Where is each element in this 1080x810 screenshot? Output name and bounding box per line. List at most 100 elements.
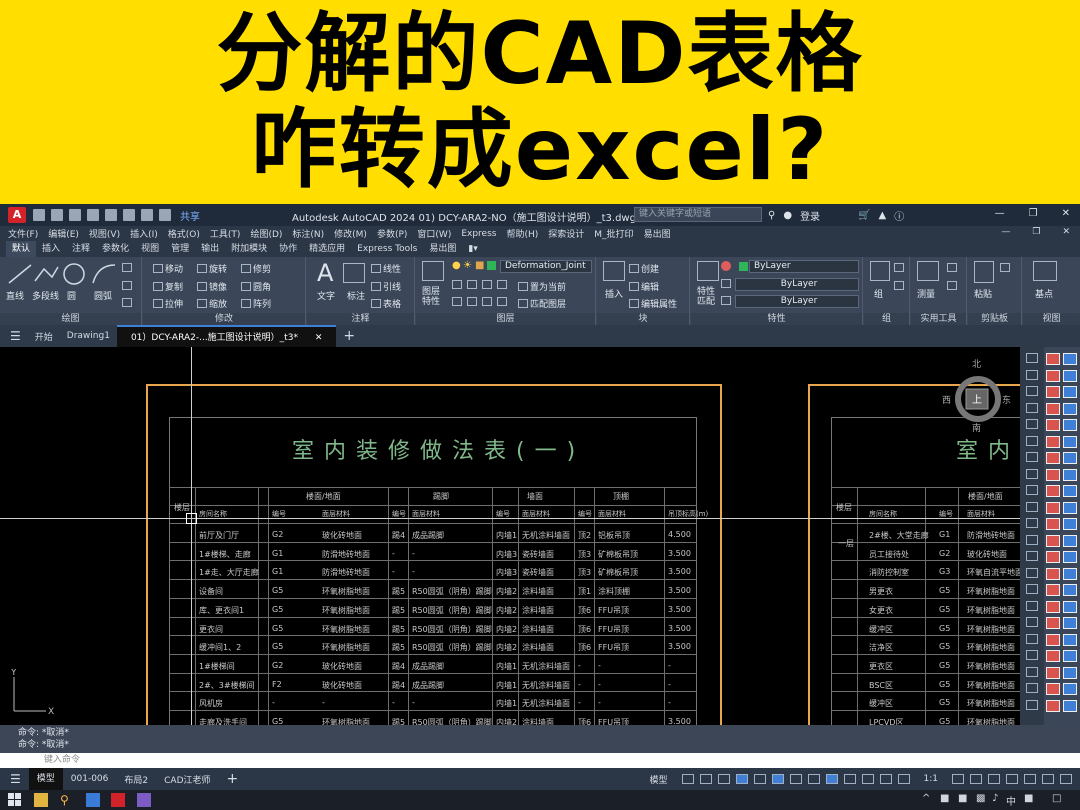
layer-tool-3-icon[interactable]	[482, 280, 492, 289]
fillet-button[interactable]: 圆角	[241, 280, 271, 293]
custom-tool-icon[interactable]	[1046, 650, 1060, 662]
custom-tool-icon[interactable]	[1063, 419, 1077, 431]
menu-item-10[interactable]: 窗口(W)	[417, 227, 451, 240]
text-label[interactable]: 文字	[317, 289, 335, 302]
status-toggle-icon[interactable]	[1060, 774, 1072, 784]
arc-icon[interactable]	[90, 261, 118, 287]
custom-tool-icon[interactable]	[1063, 584, 1077, 596]
layer-lightbulb-icon[interactable]: ●	[452, 260, 461, 271]
ribbon-tab-0[interactable]: 默认	[6, 241, 37, 257]
custom-tool-icon[interactable]	[1063, 650, 1077, 662]
custom-tool-icon[interactable]	[1063, 683, 1077, 695]
calculator-icon[interactable]	[947, 263, 957, 272]
status-toggle-icon[interactable]	[879, 774, 892, 784]
help-icon[interactable]: ⓘ	[894, 208, 904, 223]
custom-tool-icon[interactable]	[1063, 468, 1077, 481]
modify-panel-label[interactable]: 修改	[143, 313, 305, 325]
status-toggle-icon[interactable]	[897, 774, 910, 784]
match-properties-label[interactable]: 特性匹配	[697, 287, 721, 307]
modify-tool-icon[interactable]	[1026, 501, 1038, 512]
ungroup-icon[interactable]	[894, 263, 904, 272]
layer-tool-5-icon[interactable]	[452, 297, 462, 306]
move-button[interactable]: 移动	[153, 262, 183, 275]
custom-tool-icon[interactable]	[1063, 666, 1077, 679]
menu-item-15[interactable]: 易出图	[644, 227, 671, 240]
doc-minimize-icon[interactable]: —	[1001, 227, 1010, 237]
modify-tool-icon[interactable]	[1026, 369, 1038, 380]
ribbon-tab-10[interactable]: Express Tools	[351, 241, 423, 257]
measure-label[interactable]: 测量	[917, 287, 935, 300]
menu-item-7[interactable]: 标注(N)	[292, 227, 324, 240]
custom-tool-icon[interactable]	[1063, 485, 1077, 497]
menu-item-12[interactable]: 帮助(H)	[506, 227, 538, 240]
doc-tab-current[interactable]: 01）DCY-ARA2-...施工图设计说明）_t3* ✕	[116, 325, 337, 347]
drawing-canvas[interactable]: 室内装修做法表(一) 室内 楼面/地面 踢脚 墙面 顶棚 房间名称 编号 面层材料 编号 面层材…	[0, 347, 1020, 725]
modify-tool-icon[interactable]	[1026, 485, 1038, 495]
scale-button[interactable]: 缩放	[197, 297, 227, 310]
modify-tool-icon[interactable]	[1026, 584, 1038, 594]
custom-tool-icon[interactable]	[1046, 584, 1060, 596]
windows-start-icon[interactable]	[8, 793, 22, 807]
redo-icon[interactable]	[159, 209, 171, 221]
menu-item-3[interactable]: 插入(I)	[130, 227, 158, 240]
array-button[interactable]: 阵列	[241, 297, 271, 310]
custom-tool-icon[interactable]	[1046, 435, 1060, 448]
status-toggle-icon[interactable]	[771, 774, 784, 784]
layer-tool-6-icon[interactable]	[467, 297, 477, 306]
modify-tool-icon[interactable]	[1026, 402, 1038, 413]
tray-icon-3[interactable]: ■	[1024, 793, 1033, 804]
new-tab-icon[interactable]: +	[336, 328, 362, 344]
linear-button[interactable]: 线性	[371, 262, 401, 275]
custom-tool-icon[interactable]	[1046, 699, 1060, 712]
modify-tool-icon[interactable]	[1026, 617, 1038, 627]
compass-south[interactable]: 南	[972, 421, 981, 434]
viewcube[interactable]: 北 南 西 东 上	[942, 360, 1011, 434]
layer-tool-2-icon[interactable]	[467, 280, 477, 289]
ribbon-tab-2[interactable]: 注释	[66, 241, 96, 257]
modify-tool-icon[interactable]	[1026, 699, 1038, 710]
layout-tab-layout2[interactable]: 布局2	[116, 773, 156, 786]
custom-tool-icon[interactable]	[1046, 551, 1060, 563]
ribbon-options-icon[interactable]: ▮▾	[462, 241, 483, 257]
group-edit-icon[interactable]	[894, 281, 904, 290]
custom-tool-icon[interactable]	[1046, 567, 1060, 580]
color-dropdown[interactable]: ByLayer	[749, 260, 859, 273]
modify-tool-icon[interactable]	[1026, 534, 1038, 545]
custom-tool-icon[interactable]	[1063, 600, 1077, 613]
menu-item-4[interactable]: 格式(O)	[168, 227, 200, 240]
groups-panel-label[interactable]: 组	[864, 313, 909, 325]
leader-button[interactable]: 引线	[371, 280, 401, 293]
status-toggle-icon[interactable]	[1024, 774, 1036, 784]
modify-tool-icon[interactable]	[1026, 551, 1038, 561]
ribbon-tab-5[interactable]: 管理	[165, 241, 195, 257]
custom-tool-icon[interactable]	[1063, 501, 1077, 514]
ribbon-tab-4[interactable]: 视图	[135, 241, 165, 257]
open-file-icon[interactable]	[51, 209, 63, 221]
custom-tool-icon[interactable]	[1063, 402, 1077, 415]
autodesk-app-icon[interactable]: ▲	[879, 210, 887, 221]
ribbon-tab-1[interactable]: 插入	[36, 241, 66, 257]
minimize-icon[interactable]: —	[995, 208, 1005, 219]
dimension-icon[interactable]	[343, 263, 365, 283]
stretch-button[interactable]: 拉伸	[153, 297, 183, 310]
ribbon-tab-3[interactable]: 参数化	[96, 241, 135, 257]
rotate-button[interactable]: 旋转	[197, 262, 227, 275]
group-icon[interactable]	[870, 261, 890, 281]
copy-button[interactable]: 复制	[153, 280, 183, 293]
status-toggle-icon[interactable]	[717, 774, 730, 784]
custom-tool-icon[interactable]	[1063, 534, 1077, 547]
hamburger-menu-icon[interactable]: ☰	[0, 329, 28, 343]
custom-tool-icon[interactable]	[1046, 369, 1060, 382]
menu-item-1[interactable]: 编辑(E)	[48, 227, 79, 240]
print-icon[interactable]	[123, 209, 135, 221]
layout-menu-icon[interactable]: ☰	[0, 772, 29, 786]
custom-tool-icon[interactable]	[1046, 485, 1060, 497]
modify-tool-icon[interactable]	[1026, 633, 1038, 644]
custom-tool-icon[interactable]	[1063, 551, 1077, 563]
web-mobile-icon[interactable]	[105, 209, 117, 221]
custom-tool-icon[interactable]	[1046, 534, 1060, 547]
status-toggle-icon[interactable]	[699, 774, 712, 784]
layout-tab-model[interactable]: 模型	[28, 768, 63, 790]
search-taskbar-icon[interactable]: ⚲	[60, 793, 74, 807]
ribbon-tab-7[interactable]: 附加模块	[225, 241, 273, 257]
